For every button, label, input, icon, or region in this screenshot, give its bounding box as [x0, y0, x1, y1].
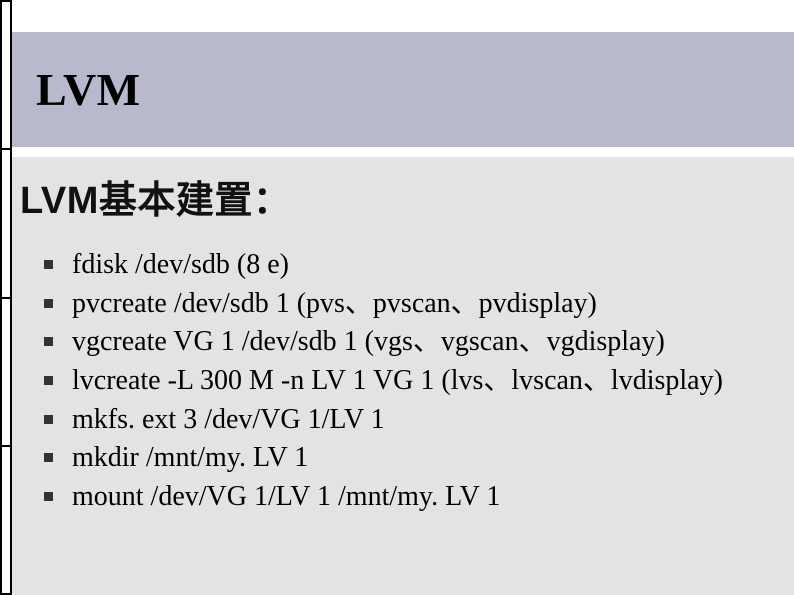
list-item: fdisk /dev/sdb (8 e) [44, 246, 784, 285]
list-item: mkfs. ext 3 /dev/VG 1/LV 1 [44, 401, 784, 440]
list-item: mkdir /mnt/my. LV 1 [44, 439, 784, 478]
command-list: fdisk /dev/sdb (8 e) pvcreate /dev/sdb 1… [20, 246, 784, 516]
rail-segment [0, 445, 12, 595]
content-band: LVM基本建置： fdisk /dev/sdb (8 e) pvcreate /… [12, 157, 794, 595]
page-title: LVM [36, 63, 141, 116]
rail-segment [0, 148, 12, 296]
list-item: pvcreate /dev/sdb 1 (pvs、pvscan、pvdispla… [44, 285, 784, 324]
header-band: LVM [12, 32, 794, 147]
accent-rail [0, 0, 12, 595]
list-item: mount /dev/VG 1/LV 1 /mnt/my. LV 1 [44, 478, 784, 517]
rail-segment [0, 0, 12, 148]
list-item: vgcreate VG 1 /dev/sdb 1 (vgs、vgscan、vgd… [44, 323, 784, 362]
section-subtitle: LVM基本建置： [20, 169, 784, 224]
list-item: lvcreate -L 300 M -n LV 1 VG 1 (lvs、lvsc… [44, 362, 784, 401]
rail-segment [0, 297, 12, 445]
